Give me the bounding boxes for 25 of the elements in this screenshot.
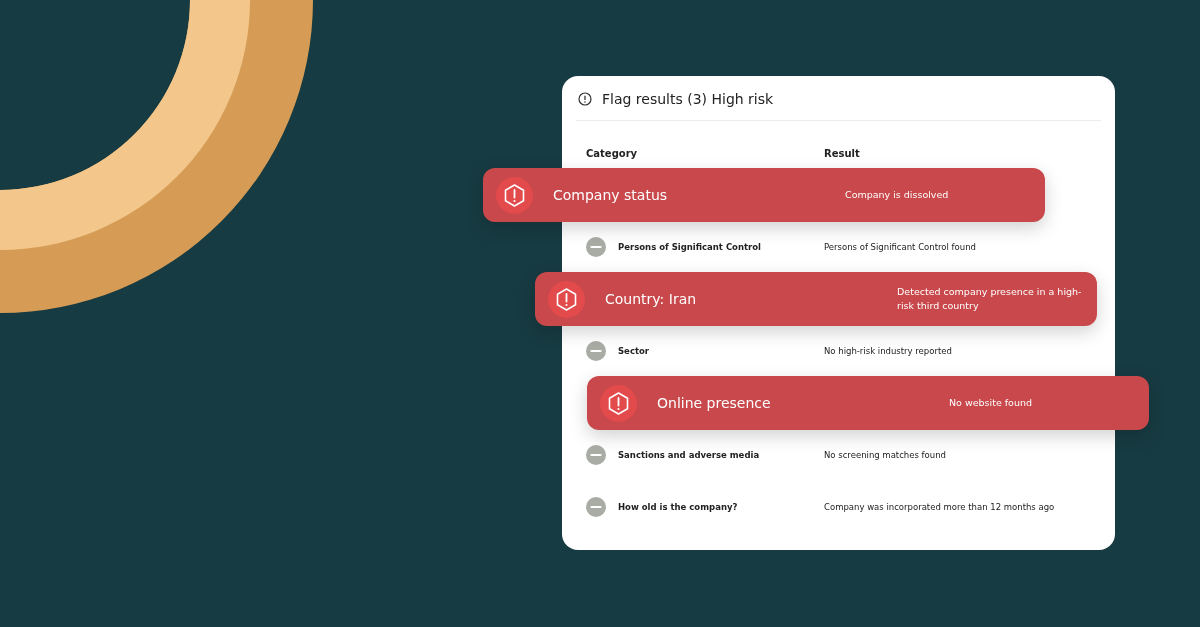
- column-header: Category: [586, 148, 638, 159]
- result-text: Persons of Significant Control found: [824, 242, 976, 252]
- column-header: Result: [824, 148, 860, 159]
- info-icon: [578, 92, 592, 106]
- result-text: No high-risk industry reported: [824, 346, 952, 356]
- category-label: Sector: [618, 346, 651, 356]
- card-title: Flag results (3) High risk: [602, 91, 774, 107]
- minus-icon: [586, 445, 606, 465]
- flag-category: Company status: [553, 187, 669, 203]
- minus-icon: [586, 237, 606, 257]
- warning-icon: [600, 384, 637, 422]
- category-label: Persons of Significant Control: [618, 242, 763, 252]
- flag-result: Company is dissolved: [845, 188, 950, 202]
- flag-result: Detected company presence in a high-risk third country: [897, 285, 1083, 313]
- result-text: Company was incorporated more than 12 months ago: [824, 502, 1055, 512]
- flag-result: No website found: [949, 396, 1033, 410]
- warning-icon: [496, 176, 533, 214]
- minus-icon: [586, 341, 606, 361]
- minus-icon: [586, 497, 606, 517]
- flag-category: Online presence: [657, 395, 772, 411]
- warning-icon: [548, 280, 585, 318]
- category-label: How old is the company?: [618, 502, 739, 512]
- category-label: Sanctions and adverse media: [618, 450, 761, 460]
- flag-category: Country: Iran: [605, 291, 698, 307]
- result-text: No screening matches found: [824, 450, 946, 460]
